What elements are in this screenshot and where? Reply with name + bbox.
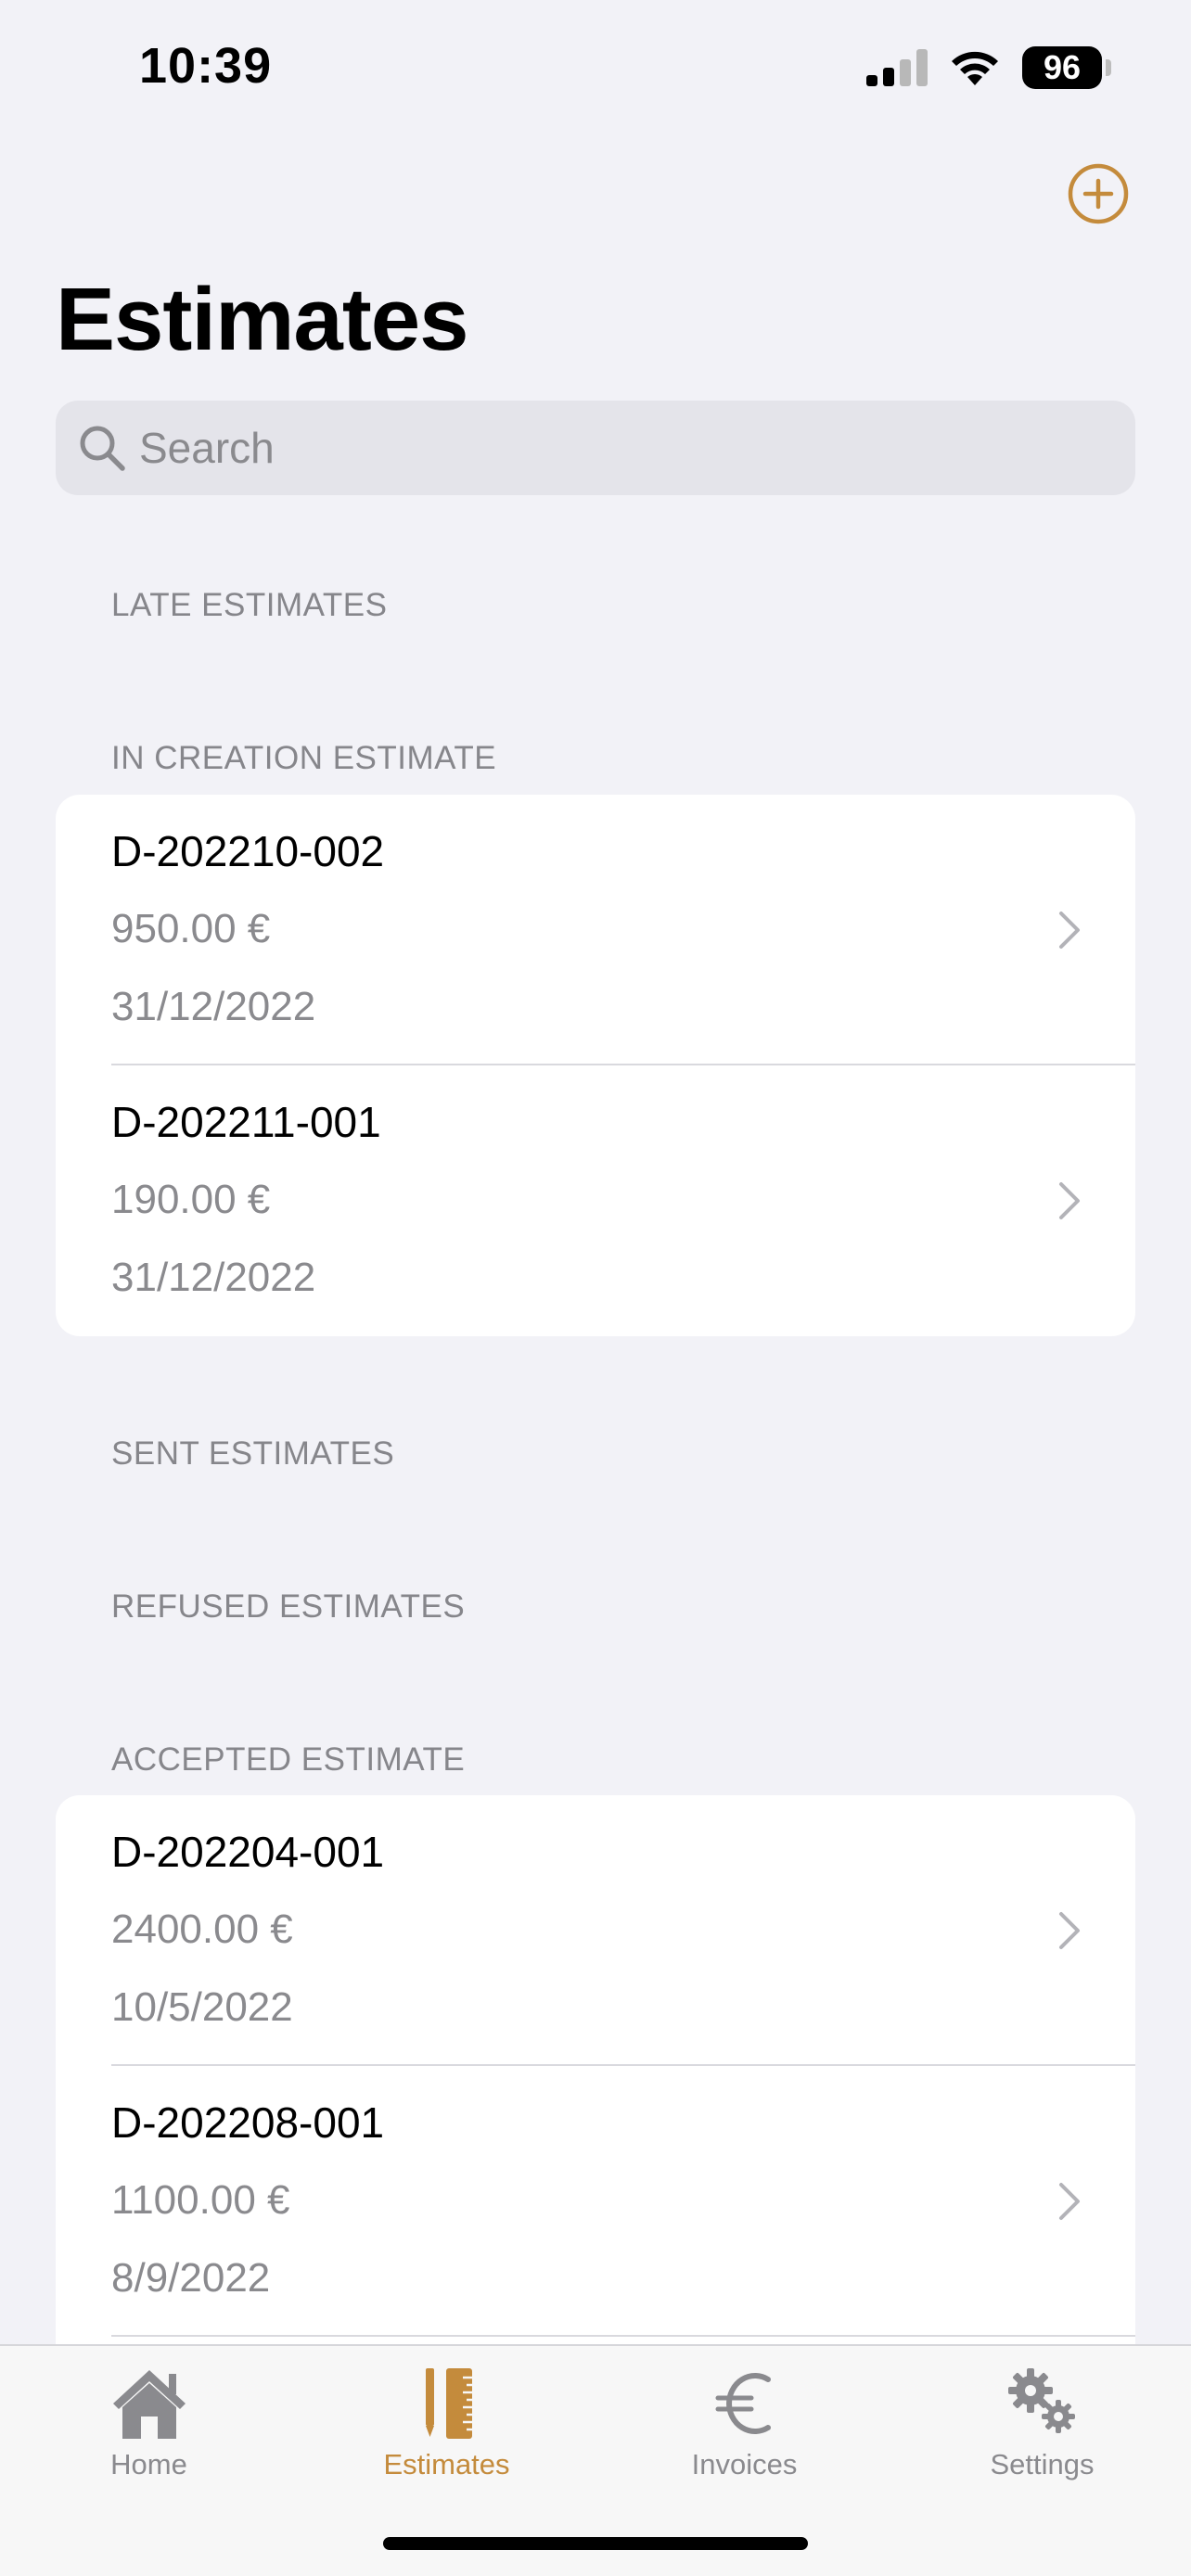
cellular-signal-icon [866,49,928,86]
estimate-number: D-202210-002 [111,827,385,875]
tab-estimates[interactable]: Estimates [298,2346,596,2504]
search-placeholder: Search [139,424,275,472]
estimate-date: 8/9/2022 [111,2255,271,2301]
add-estimate-button[interactable] [1067,162,1130,225]
tab-label: Estimates [383,2448,510,2480]
estimate-row[interactable]: D-202204-001 2400.00 € 10/5/2022 [56,1795,1135,2066]
estimate-number: D-202208-001 [111,2098,385,2147]
chevron-right-icon [1059,1912,1080,1949]
ruler-pencil-icon [425,2368,472,2439]
section-header-sent: SENT ESTIMATES [111,1435,395,1472]
estimate-amount: 950.00 € [111,906,271,951]
wifi-icon [952,51,998,85]
tab-label: Settings [990,2448,1095,2480]
status-bar: 10:39 96 [0,0,1191,139]
chevron-right-icon [1059,2183,1080,2220]
estimate-row[interactable]: D-202210-002 950.00 € 31/12/2022 [56,795,1135,1065]
tab-label: Invoices [691,2448,798,2480]
estimate-amount: 2400.00 € [111,1906,293,1952]
page-title: Estimates [56,270,469,369]
home-indicator[interactable] [383,2537,808,2550]
search-field[interactable]: Search [56,401,1135,495]
estimate-date: 10/5/2022 [111,1984,293,2030]
estimates-screen: 10:39 96 Estimates Search LATE ESTIMATES… [0,0,1191,2576]
house-icon [112,2370,186,2439]
search-icon [80,426,125,471]
estimate-row[interactable]: D-202208-001 1100.00 € 8/9/2022 [56,2066,1135,2337]
status-indicators: 96 [866,46,1111,89]
chevron-right-icon [1059,912,1080,949]
section-header-in-creation: IN CREATION ESTIMATE [111,740,497,776]
estimate-date: 31/12/2022 [111,984,316,1029]
status-time: 10:39 [139,38,273,94]
section-header-refused: REFUSED ESTIMATES [111,1588,466,1625]
tab-label: Home [110,2448,187,2480]
euro-icon [715,2373,771,2434]
gears-icon [1007,2368,1075,2433]
battery-level: 96 [1043,48,1082,86]
estimate-row[interactable]: D-202211-001 190.00 € 31/12/2022 [56,1065,1135,1336]
estimate-amount: 1100.00 € [111,2177,290,2223]
tab-settings[interactable]: Settings [893,2346,1191,2504]
section-header-accepted: ACCEPTED ESTIMATE [111,1741,466,1778]
in-creation-list: D-202210-002 950.00 € 31/12/2022 D-20221… [56,795,1135,1336]
section-header-late: LATE ESTIMATES [111,587,388,623]
battery-icon: 96 [1022,46,1111,89]
estimate-amount: 190.00 € [111,1177,271,1222]
tab-invoices[interactable]: Invoices [596,2346,893,2504]
estimate-number: D-202211-001 [111,1098,381,1146]
chevron-right-icon [1059,1182,1080,1219]
estimate-date: 31/12/2022 [111,1255,316,1300]
estimate-number: D-202204-001 [111,1828,385,1876]
tab-home[interactable]: Home [0,2346,298,2504]
